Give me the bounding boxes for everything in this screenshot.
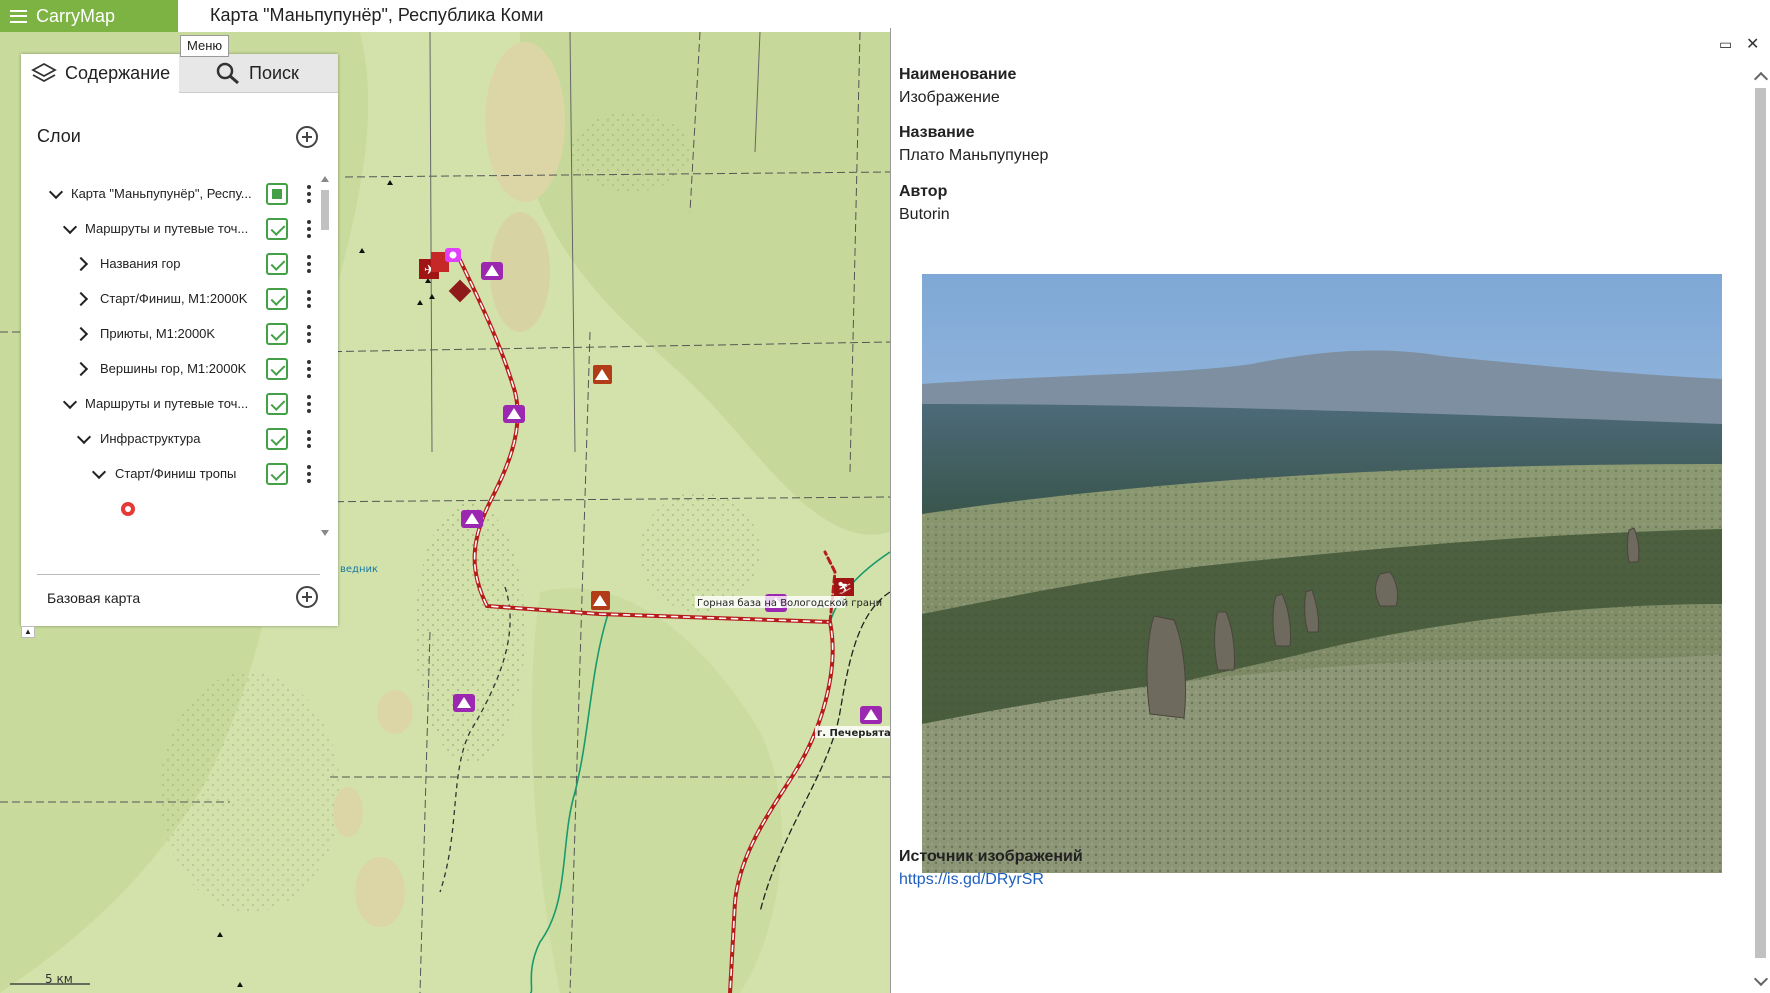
source-label: Источник изображений	[899, 848, 1083, 865]
field-value: Butorin	[899, 206, 950, 223]
more-vert-icon[interactable]	[306, 393, 312, 415]
layer-label: Старт/Финиш тропы	[115, 466, 237, 481]
layer-visibility-checkbox[interactable]	[266, 322, 288, 345]
chevron-down-icon[interactable]	[62, 394, 78, 409]
field-label: Название	[899, 124, 975, 141]
field-value: Изображение	[899, 89, 1000, 106]
field-label: Автор	[899, 183, 948, 200]
add-layer-button[interactable]	[296, 126, 318, 148]
info-field: Автор Butorin	[899, 183, 950, 224]
scale-label: 5 км	[45, 972, 73, 986]
chevron-right-icon[interactable]	[73, 291, 89, 306]
info-scrollbar[interactable]	[1752, 66, 1769, 990]
layers-panel: Содержание Поиск Слои Карта "Маньпупунёр…	[21, 54, 338, 626]
scroll-up-icon[interactable]	[321, 176, 329, 182]
map-title: Карта "Маньпупунёр", Республика Коми	[210, 5, 544, 25]
more-vert-icon[interactable]	[306, 183, 312, 205]
basemap-label: Базовая карта	[47, 590, 141, 606]
layer-row[interactable]: Маршруты и путевые точ...	[21, 386, 331, 421]
layer-row[interactable]: Карта "Маньпупунёр", Респу...	[21, 176, 331, 211]
feature-info-panel: ▭ ✕ Наименование Изображение Название Пл…	[890, 28, 1770, 993]
plateau-photo	[922, 274, 1722, 873]
tab-search[interactable]: Поиск	[179, 54, 338, 93]
layer-label: Названия гор	[100, 256, 181, 271]
chevron-right-icon[interactable]	[73, 256, 89, 271]
chevron-right-icon[interactable]	[73, 326, 89, 341]
more-vert-icon[interactable]	[306, 358, 312, 380]
field-value: Плато Маньпупунер	[899, 147, 1049, 164]
layer-visibility-checkbox[interactable]	[266, 462, 288, 485]
app-name: CarryMap	[36, 5, 116, 26]
layer-tree: Карта "Маньпупунёр", Респу... Маршруты и…	[21, 176, 331, 536]
layer-label: Маршруты и путевые точ...	[85, 396, 249, 411]
more-vert-icon[interactable]	[306, 463, 312, 485]
divider	[37, 574, 320, 575]
chevron-down-icon[interactable]	[91, 464, 107, 479]
layer-row[interactable]: Названия гор	[21, 246, 331, 281]
menu-button[interactable]: CarryMap	[0, 0, 178, 32]
info-field: Название Плато Маньпупунер	[899, 124, 1048, 165]
field-label: Наименование	[899, 66, 1017, 83]
info-field: Наименование Изображение	[899, 66, 1016, 107]
map-label-peak: г. Печерьяталл	[817, 728, 890, 739]
tab-contents-label: Содержание	[65, 62, 171, 83]
tab-search-label: Поиск	[249, 62, 299, 83]
tree-scrollbar[interactable]	[319, 176, 331, 536]
svg-text:⛷: ⛷	[837, 581, 852, 595]
more-vert-icon[interactable]	[306, 288, 312, 310]
layer-visibility-checkbox[interactable]	[266, 217, 288, 240]
search-icon	[216, 62, 239, 85]
hamburger-icon	[10, 9, 27, 23]
more-vert-icon[interactable]	[306, 218, 312, 240]
layer-row[interactable]: Старт/Финиш тропы	[21, 456, 331, 491]
more-vert-icon[interactable]	[306, 323, 312, 345]
layer-row[interactable]: Маршруты и путевые точ...	[21, 211, 331, 246]
map-label-base: Горная база на Вологодской грани	[697, 598, 882, 609]
layer-label: Маршруты и путевые точ...	[85, 221, 249, 236]
map-label-partial: ведник	[340, 564, 378, 575]
layer-label: Инфраструктура	[100, 431, 201, 446]
maximize-icon[interactable]: ▭	[1719, 36, 1732, 53]
chevron-down-icon[interactable]	[76, 429, 92, 444]
layer-row[interactable]: Инфраструктура	[21, 421, 331, 456]
layer-label: Вершины гор, М1:2000K	[100, 361, 247, 376]
menu-tooltip: Меню	[180, 35, 230, 57]
close-icon[interactable]: ✕	[1746, 34, 1759, 54]
more-vert-icon[interactable]	[306, 428, 312, 450]
layer-visibility-checkbox[interactable]	[266, 357, 288, 380]
collapse-panel-icon[interactable]: ▲	[21, 626, 35, 638]
layers-heading: Слои	[37, 126, 81, 146]
start-finish-symbol-icon	[121, 501, 135, 516]
layer-row[interactable]: Вершины гор, М1:2000K	[21, 351, 331, 386]
layer-visibility-checkbox[interactable]	[266, 252, 288, 275]
more-vert-icon[interactable]	[306, 253, 312, 275]
scroll-up-icon[interactable]	[1753, 71, 1769, 87]
scroll-down-icon[interactable]	[1753, 971, 1769, 987]
chevron-down-icon[interactable]	[62, 219, 78, 234]
layer-visibility-checkbox[interactable]	[266, 392, 288, 415]
info-field: Источник изображений https://is.gd/DRyrS…	[899, 848, 1083, 889]
legend-row	[21, 491, 331, 526]
add-basemap-button[interactable]	[296, 586, 318, 608]
layers-icon	[31, 62, 57, 83]
scroll-thumb[interactable]	[1755, 88, 1766, 958]
layer-label: Приюты, М1:2000K	[100, 326, 216, 341]
layer-row[interactable]: Старт/Финиш, М1:2000K	[21, 281, 331, 316]
layer-visibility-checkbox[interactable]	[266, 287, 288, 310]
chevron-down-icon[interactable]	[48, 184, 64, 199]
chevron-right-icon[interactable]	[73, 361, 89, 376]
layer-visibility-checkbox[interactable]	[266, 427, 288, 450]
scroll-thumb[interactable]	[321, 190, 329, 230]
layer-label: Старт/Финиш, М1:2000K	[100, 291, 248, 306]
layer-visibility-checkbox[interactable]	[266, 182, 288, 205]
layer-label: Карта "Маньпупунёр", Респу...	[71, 186, 252, 201]
source-link[interactable]: https://is.gd/DRyrSR	[899, 871, 1044, 888]
tab-contents[interactable]: Содержание	[21, 54, 179, 92]
scroll-down-icon[interactable]	[321, 530, 329, 536]
layer-row[interactable]: Приюты, М1:2000K	[21, 316, 331, 351]
